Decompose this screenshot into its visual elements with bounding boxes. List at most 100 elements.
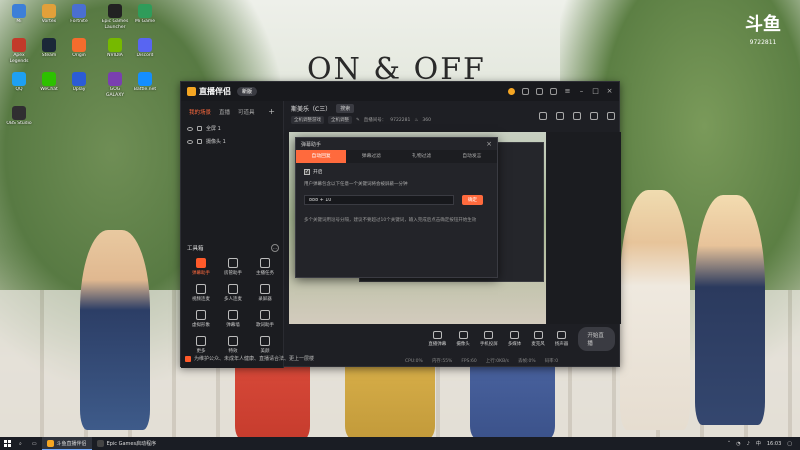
category-chip[interactable]: 全机调整 [328, 116, 352, 124]
tab-props[interactable]: 可道具 [238, 108, 255, 116]
network-icon[interactable] [607, 112, 615, 120]
room-tag[interactable]: 搜索 [336, 104, 355, 113]
tab-danmaku-filter[interactable]: 弹幕过滤 [346, 150, 396, 163]
scene-item[interactable]: 摄像头 1 [185, 135, 279, 148]
add-scene-icon[interactable]: + [268, 107, 275, 116]
toolbox-item[interactable]: 虚拟形象 [185, 309, 217, 331]
tab-live[interactable]: 直播 [219, 108, 230, 116]
desktop-icon[interactable]: Uplay [64, 72, 94, 104]
version-badge[interactable]: 新版 [237, 87, 258, 96]
start-button[interactable] [0, 437, 14, 450]
desktop-icon[interactable]: NVIDIA [100, 38, 130, 70]
desktop-icon[interactable]: Vortex [34, 4, 64, 36]
app-icon [108, 4, 122, 18]
toolbox-more-icon[interactable]: … [271, 244, 279, 252]
toolbox-item[interactable]: 弹幕墙 [217, 309, 249, 331]
live-danmaku-button[interactable]: 直播弹幕 [428, 331, 446, 347]
taskbar-item-streaming-app[interactable]: 斗鱼直播伴侣 [41, 437, 92, 450]
volume-icon[interactable]: ♪ [747, 441, 750, 447]
toolbox-item[interactable]: 多人连麦 [217, 283, 249, 305]
close-icon[interactable]: × [486, 140, 492, 148]
desktop-icon[interactable]: Steam [34, 38, 64, 70]
coin-icon[interactable] [508, 88, 515, 95]
desktop-icon-label: NVIDIA [107, 53, 123, 58]
toolbox-header: 工具箱 … [187, 244, 279, 252]
keyword-input[interactable] [304, 195, 454, 205]
desktop-icon[interactable]: Apex Legends [4, 38, 34, 70]
dialog-titlebar: 弹幕助手 × [296, 138, 497, 150]
scene-item[interactable]: 全屏 1 [185, 122, 279, 135]
app-icon [12, 38, 26, 52]
speaker-button[interactable]: 扬声器 [555, 331, 568, 347]
desktop-icon[interactable]: Discord [130, 38, 160, 70]
control-label: 麦克风 [531, 342, 545, 347]
desktop-icon[interactable]: WeChat [34, 72, 64, 104]
desktop-icon[interactable]: OBS Studio [4, 106, 34, 138]
eye-icon[interactable] [187, 126, 193, 131]
tab-auto-speak[interactable]: 自动发言 [447, 150, 497, 163]
toolbox-item[interactable]: 更多 [185, 335, 217, 357]
desktop-icon[interactable]: Epic Games Launcher [100, 4, 130, 36]
taskbar-item-epic[interactable]: Epic Games启动程序 [92, 437, 162, 450]
desktop-icon[interactable]: Mi Game [130, 4, 160, 36]
room-title[interactable]: 斯美乐（C三） [291, 104, 331, 113]
media-button[interactable]: 多媒体 [508, 331, 521, 347]
lock-icon[interactable] [197, 139, 202, 144]
desktop-icon[interactable]: Origin [64, 38, 94, 70]
desktop-icon[interactable]: Mi [4, 4, 34, 36]
desktop-icon[interactable]: GOG GALAXY [100, 72, 130, 104]
toolbox-item[interactable]: 主播任务 [249, 257, 281, 279]
app-icon [108, 72, 122, 86]
camera-button[interactable]: 摄像头 [456, 331, 470, 347]
enable-checkbox[interactable]: ✓ [304, 168, 310, 175]
menu-icon[interactable]: ≡ [564, 88, 571, 95]
close-icon[interactable]: × [606, 88, 613, 95]
desktop-icon-label: Mi [16, 19, 22, 24]
toolbox-item[interactable]: 房管助手 [217, 257, 249, 279]
tool-icon [228, 336, 238, 346]
gift-icon[interactable] [573, 112, 581, 120]
app-name: 直播伴侣 [199, 87, 231, 96]
speaker-icon [557, 331, 567, 339]
app-icon [46, 439, 54, 447]
message-icon[interactable] [536, 88, 543, 95]
microphone-button[interactable]: 麦克风 [531, 331, 545, 347]
confirm-button[interactable]: 确定 [462, 195, 483, 205]
desktop-icon[interactable]: QQ [4, 72, 34, 104]
toolbox-item[interactable]: 录屏器 [249, 283, 281, 305]
eye-icon[interactable] [187, 139, 193, 144]
lock-icon[interactable] [197, 126, 202, 131]
minimize-icon[interactable]: – [578, 88, 585, 95]
ime-indicator[interactable]: 中 [756, 440, 761, 447]
clock[interactable]: 16:03 [767, 441, 781, 447]
app-icon [72, 72, 86, 86]
tool-label: 特效 [228, 349, 238, 354]
toolbox-item[interactable]: 视频连麦 [185, 283, 217, 305]
tab-auto-reply[interactable]: 自动回复 [296, 150, 347, 163]
scene-item-label: 摄像头 1 [206, 139, 226, 145]
share-icon[interactable] [556, 112, 564, 120]
maximize-icon[interactable]: □ [592, 88, 599, 95]
toolbox-item[interactable]: 歌词助手 [249, 309, 281, 331]
bell-icon[interactable] [590, 112, 598, 120]
skin-icon[interactable] [522, 88, 529, 95]
desktop-icon[interactable]: Battle.net [130, 72, 160, 104]
tab-my-scenes[interactable]: 我的场景 [189, 108, 211, 116]
tab-gift-filter[interactable]: 礼物过滤 [397, 150, 447, 163]
settings-icon[interactable] [550, 88, 557, 95]
desktop-icon[interactable]: Fortnite [64, 4, 94, 36]
notification-icon[interactable]: ▢ [787, 441, 792, 447]
tray-chevron-icon[interactable]: ˄ [728, 441, 731, 447]
toolbox-item[interactable]: 美颜 [249, 335, 281, 357]
network-icon[interactable]: ◔ [736, 441, 740, 447]
toolbox-item[interactable]: 弹幕助手 [185, 257, 217, 279]
start-live-button[interactable]: 开始直播 [578, 327, 615, 351]
taskbar-search-icon[interactable]: ⌕ [14, 437, 27, 450]
category-chip[interactable]: 全机调整游戏 [291, 116, 324, 124]
desktop-icon-label: Vortex [41, 19, 57, 24]
toolbox-item[interactable]: 特效 [217, 335, 249, 357]
phone-cast-button[interactable]: 手机投屏 [480, 331, 498, 347]
lock-icon[interactable] [539, 112, 547, 120]
edit-icon[interactable]: ✎ [356, 118, 360, 123]
taskbar-task-view-icon[interactable]: ▭ [27, 437, 42, 450]
